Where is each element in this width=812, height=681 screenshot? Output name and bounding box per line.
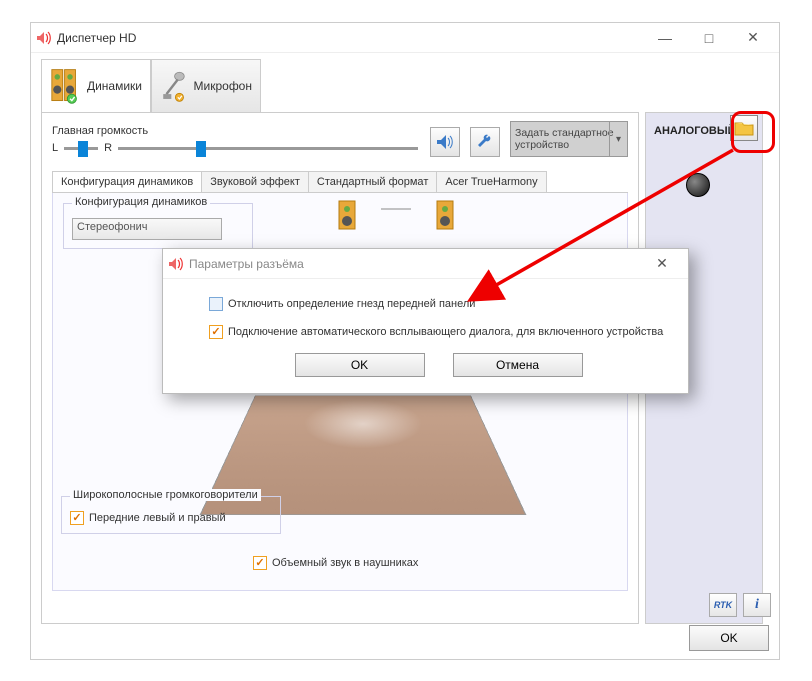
speaker-app-icon — [35, 30, 51, 46]
speakers-icon — [50, 66, 81, 106]
subtab-default-format[interactable]: Стандартный формат — [308, 171, 437, 192]
checkbox-checked-icon — [209, 325, 223, 339]
connector-settings-button[interactable] — [730, 115, 758, 141]
front-right-speaker-icon — [431, 199, 459, 233]
front-lr-checkbox[interactable]: Передние левый и правый — [70, 511, 272, 525]
info-button[interactable]: i — [743, 593, 771, 617]
speaker-config-legend: Конфигурация динамиков — [72, 196, 210, 208]
realtek-button[interactable]: RTK — [709, 593, 737, 617]
speaker-link-icon — [381, 199, 411, 219]
checkbox-label: Передние левый и правый — [89, 512, 226, 524]
minimize-button[interactable]: — — [643, 24, 687, 52]
volume-slider[interactable] — [118, 139, 418, 157]
subtab-speaker-config[interactable]: Конфигурация динамиков — [52, 171, 202, 192]
chevron-down-icon: ▾ — [609, 122, 627, 156]
default-device-label: Задать стандартное устройство — [515, 127, 623, 151]
master-volume-label: Главная громкость — [52, 125, 420, 137]
dialog-ok-button[interactable]: OK — [295, 353, 425, 377]
audio-jack-icon[interactable] — [686, 173, 710, 197]
front-left-speaker-icon — [333, 199, 361, 233]
tab-speakers[interactable]: Динамики — [41, 59, 151, 113]
dialog-close-button[interactable]: ✕ — [640, 250, 684, 278]
settings-gear-button[interactable] — [470, 127, 500, 157]
window-title: Диспетчер HD — [57, 31, 643, 45]
checkbox-label: Отключить определение гнезд передней пан… — [228, 298, 475, 310]
close-button[interactable]: ✕ — [731, 24, 775, 52]
connector-settings-dialog: Параметры разъёма ✕ Отключить определени… — [162, 248, 689, 394]
folder-icon — [734, 120, 754, 136]
default-device-dropdown[interactable]: Задать стандартное устройство ▾ — [510, 121, 628, 157]
speaker-config-combo[interactable]: Стереофонич — [72, 218, 222, 240]
device-tabs: Динамики Микрофон — [41, 59, 769, 113]
checkbox-label: Подключение автоматического всплывающего… — [228, 326, 663, 338]
balance-slider[interactable] — [64, 139, 98, 157]
tab-label: Динамики — [87, 79, 142, 93]
dialog-cancel-button[interactable]: Отмена — [453, 353, 583, 377]
channel-left-label: L — [52, 142, 58, 154]
speaker-app-icon — [167, 256, 183, 272]
config-subtabs: Конфигурация динамиков Звуковой эффект С… — [52, 171, 628, 193]
auto-popup-dialog-checkbox[interactable]: Подключение автоматического всплывающего… — [209, 325, 668, 339]
subtab-sound-effect[interactable]: Звуковой эффект — [201, 171, 309, 192]
channel-right-label: R — [104, 142, 112, 154]
subtab-trueharmony[interactable]: Acer TrueHarmony — [436, 171, 546, 192]
microphone-icon — [160, 66, 188, 106]
tab-microphone[interactable]: Микрофон — [151, 59, 261, 113]
checkbox-unchecked-icon — [209, 297, 223, 311]
checkbox-checked-icon — [253, 556, 267, 570]
disable-front-panel-detection-checkbox[interactable]: Отключить определение гнезд передней пан… — [209, 297, 668, 311]
main-ok-button[interactable]: OK — [689, 625, 769, 651]
speaker-diagram-top — [333, 199, 459, 233]
checkbox-checked-icon — [70, 511, 84, 525]
tab-label: Микрофон — [194, 79, 252, 93]
dialog-title: Параметры разъёма — [189, 257, 640, 271]
wideband-legend: Широкополосные громкоговорители — [70, 489, 261, 501]
checkbox-label: Объемный звук в наушниках — [272, 557, 418, 569]
analog-label: АНАЛОГОВЫЙ — [654, 125, 736, 137]
surround-headphones-checkbox[interactable]: Объемный звук в наушниках — [253, 556, 418, 570]
maximize-button[interactable]: □ — [687, 24, 731, 52]
titlebar: Диспетчер HD — □ ✕ — [31, 23, 779, 53]
mute-button[interactable] — [430, 127, 460, 157]
wrench-icon — [476, 133, 494, 151]
sound-icon — [435, 132, 455, 152]
